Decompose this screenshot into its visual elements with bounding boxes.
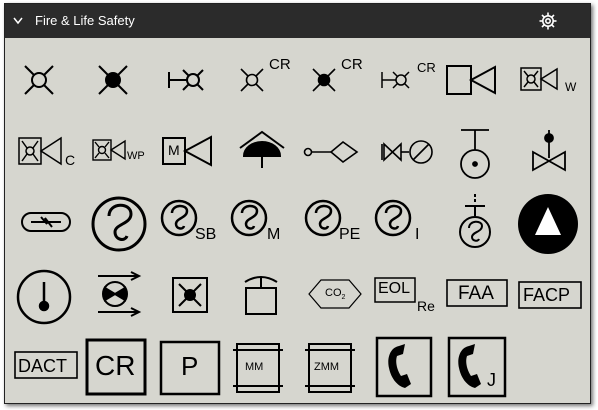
monitor-module-symbol[interactable]: MM xyxy=(231,342,285,394)
panel-title: Fire & Life Safety xyxy=(35,13,135,28)
co2-detector-symbol[interactable]: CO2 xyxy=(307,278,363,310)
light-fixture-icon xyxy=(24,65,54,95)
symbol-sb-label: SB xyxy=(195,226,217,243)
horn-strobe-symbol[interactable] xyxy=(445,64,499,96)
light-cr-symbol[interactable]: CR xyxy=(235,56,295,96)
sprinkler-head-icon xyxy=(239,130,285,168)
symbol-faa-label: FAA xyxy=(458,283,494,304)
valve-m-symbol[interactable]: M xyxy=(161,134,217,170)
wall-light-symbol[interactable] xyxy=(165,62,215,98)
symbol-zmm-label: ZMM xyxy=(314,361,340,373)
symbol-cr-label: CR xyxy=(341,56,363,73)
smoke-detector-pe-icon xyxy=(304,199,342,237)
wall-valve-w-symbol[interactable]: W xyxy=(519,64,581,98)
wall-light-icon xyxy=(168,69,204,91)
symbol-facp-label: FACP xyxy=(523,285,571,305)
symbol-re-label: Re xyxy=(417,298,435,314)
fire-phone-symbol[interactable] xyxy=(375,336,433,398)
symbol-m-label: M xyxy=(267,226,281,243)
phone-icon xyxy=(375,336,433,398)
strobe-box-icon xyxy=(172,277,208,313)
facp-panel-symbol[interactable]: FACP xyxy=(517,280,583,312)
phone-jack-icon xyxy=(447,336,507,398)
flow-switch-symbol[interactable] xyxy=(303,138,361,166)
smoke-detector-pe-symbol[interactable]: PE xyxy=(301,196,371,250)
symbol-j-label: J xyxy=(487,370,496,390)
smoke-detector-icon xyxy=(91,196,147,252)
valve-c-symbol[interactable]: C xyxy=(15,134,81,172)
faa-panel-symbol[interactable]: FAA xyxy=(445,278,509,310)
fire-alarm-device-symbol[interactable] xyxy=(517,193,579,255)
smoke-detector-i-icon xyxy=(374,199,412,237)
symbol-cr-box-label: CR xyxy=(95,350,136,381)
symbol-i-label: I xyxy=(415,226,420,243)
symbol-m-label: M xyxy=(168,142,180,158)
symbol-wp-label: WP xyxy=(127,150,145,162)
smoke-detector-i-symbol[interactable]: I xyxy=(371,196,431,250)
gear-icon[interactable] xyxy=(538,11,558,31)
light-fixture-symbol[interactable] xyxy=(19,60,59,100)
symbol-p-label: P xyxy=(181,351,199,381)
pull-station-symbol[interactable]: P xyxy=(159,340,221,396)
symbol-co2-label: CO2 xyxy=(325,287,346,302)
duct-detector-icon xyxy=(21,212,71,232)
smoke-detector-large-symbol[interactable] xyxy=(89,194,149,254)
emergency-light-cr-symbol[interactable]: CR xyxy=(307,56,367,96)
chevron-down-icon[interactable] xyxy=(11,15,25,27)
fire-life-safety-panel: Fire & Life Safety CR CR CR W C WP M SB … xyxy=(4,3,591,404)
horn-strobe-icon xyxy=(446,65,496,95)
strobe-box-symbol[interactable] xyxy=(171,276,211,316)
valve-stem-icon xyxy=(532,130,566,172)
heat-detector-icon xyxy=(16,269,72,325)
symbol-eol-label: EOL xyxy=(378,280,411,297)
duct-detector-symbol[interactable] xyxy=(19,208,75,236)
smoke-detector-m-symbol[interactable]: M xyxy=(229,196,289,250)
pendant-smoke-detector-icon xyxy=(459,194,491,248)
post-indicator-valve-symbol[interactable] xyxy=(455,126,495,182)
symbol-mm-label: MM xyxy=(245,361,264,373)
symbol-dact-label: DACT xyxy=(18,356,67,376)
emergency-light-icon xyxy=(98,65,128,95)
dact-symbol[interactable]: DACT xyxy=(13,348,79,382)
valve-stem-symbol[interactable] xyxy=(529,126,569,176)
tamper-valve-symbol[interactable] xyxy=(379,136,437,168)
control-relay-symbol[interactable]: CR xyxy=(85,338,147,396)
smoke-detector-sb-icon xyxy=(160,199,198,237)
bell-icon xyxy=(244,276,278,315)
zone-monitor-module-symbol[interactable]: ZMM xyxy=(303,342,357,394)
pendant-smoke-detector-symbol[interactable] xyxy=(455,192,495,254)
smoke-detector-sb-symbol[interactable]: SB xyxy=(157,196,227,250)
wall-light-cr-symbol[interactable]: CR xyxy=(379,58,441,98)
warning-triangle-icon xyxy=(518,194,578,254)
panel-header: Fire & Life Safety xyxy=(5,4,590,38)
symbol-c-label: C xyxy=(65,152,76,168)
fire-phone-jack-symbol[interactable]: J xyxy=(447,336,507,398)
symbol-cr-label: CR xyxy=(417,60,436,75)
heat-detector-symbol[interactable] xyxy=(15,268,73,326)
tamper-valve-icon xyxy=(381,140,433,164)
valve-wp-symbol[interactable]: WP xyxy=(89,136,153,170)
beam-detector-icon xyxy=(98,271,142,317)
symbol-pe-label: PE xyxy=(339,226,361,243)
symbol-w-label: W xyxy=(565,80,577,94)
symbol-cr-label: CR xyxy=(269,56,291,73)
end-of-line-resistor-symbol[interactable]: EOL Re xyxy=(373,276,443,318)
flow-switch-icon xyxy=(303,140,359,164)
post-indicator-valve-icon xyxy=(460,129,490,179)
symbol-grid: CR CR CR W C WP M SB M PE I CO2 EOL Re F… xyxy=(5,38,590,403)
beam-detector-symbol[interactable] xyxy=(95,271,143,318)
bell-symbol[interactable] xyxy=(241,272,281,318)
emergency-light-symbol[interactable] xyxy=(93,60,133,100)
sprinkler-head-symbol[interactable] xyxy=(237,128,287,172)
